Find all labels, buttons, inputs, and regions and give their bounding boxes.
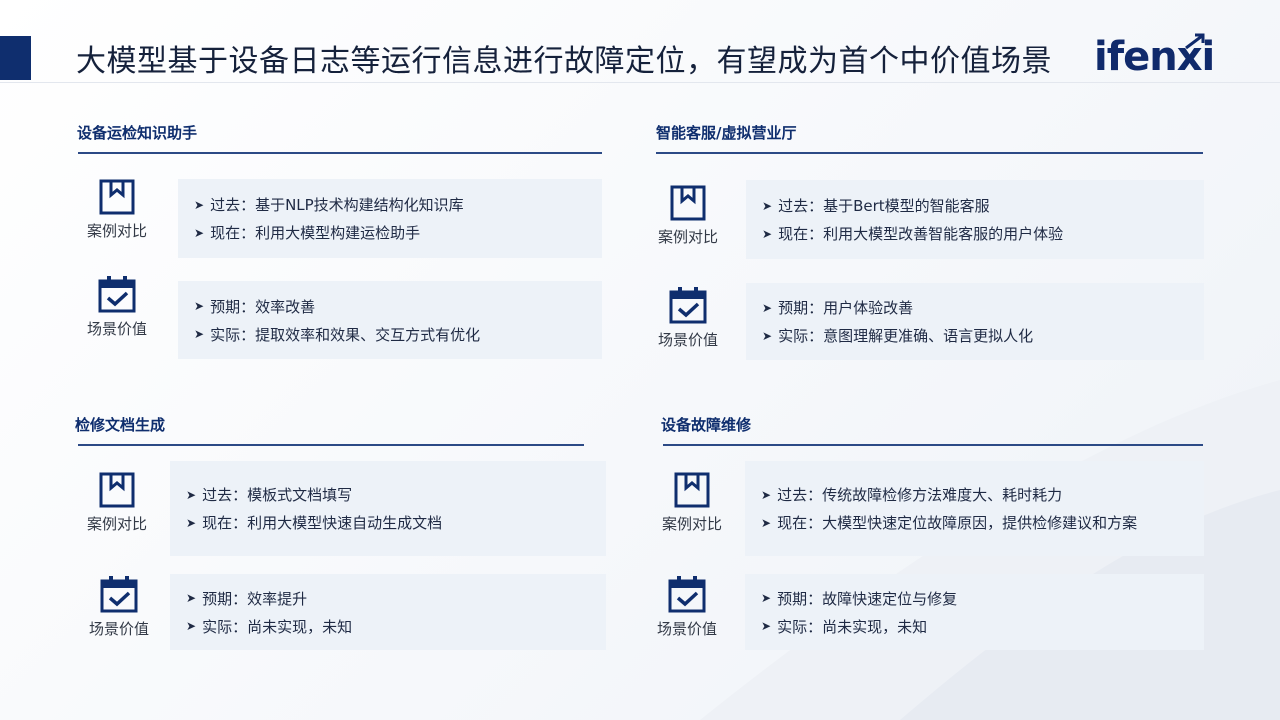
scene-value-box: ➤ 预期：效率提升 ➤ 实际：尚未实现，未知: [170, 574, 606, 650]
scene-value-label: 场景价值: [657, 331, 718, 349]
bullet-item: ➤ 预期：用户体验改善: [762, 297, 1204, 318]
bullet-item: ➤ 现在：大模型快速定位故障原因，提供检修建议和方案: [761, 512, 1204, 533]
arrow-bullet-icon: ➤: [194, 299, 205, 313]
section-title: 智能客服/虚拟营业厅: [656, 124, 797, 142]
bullet-text: 实际：提取效率和效果、交互方式有优化: [210, 325, 481, 344]
case-compare-box: ➤ 过去：传统故障检修方法难度大、耗时耗力 ➤ 现在：大模型快速定位故障原因，提供检…: [745, 461, 1204, 556]
arrow-bullet-icon: ➤: [761, 619, 772, 633]
bullet-text: 现在：利用大模型改善智能客服的用户体验: [778, 225, 1064, 243]
bullet-text: 预期：效率改善: [210, 297, 316, 316]
arrow-bullet-icon: ➤: [194, 197, 205, 212]
case-compare-box: ➤ 过去：基于NLP技术构建结构化知识库 ➤ 现在：利用大模型构建运检助手: [178, 179, 602, 258]
case-compare-block: 案例对比: [77, 471, 157, 534]
bullet-text: 现在：利用大模型快速自动生成文档: [202, 514, 443, 532]
case-compare-label: 案例对比: [86, 222, 147, 240]
arrow-bullet-icon: ➤: [761, 515, 772, 530]
bullet-text: 预期：效率提升: [202, 589, 308, 608]
arrow-bullet-icon: ➤: [186, 487, 197, 502]
scene-value-label: 场景价值: [88, 620, 149, 638]
bullet-text: 现在：利用大模型构建运检助手: [210, 224, 421, 242]
bullet-item: ➤ 过去：模板式文档填写: [186, 484, 606, 505]
bullet-item: ➤ 过去：基于Bert模型的智能客服: [762, 195, 1204, 216]
arrow-bullet-icon: ➤: [194, 327, 205, 341]
scene-value-block: 场景价值: [77, 274, 157, 339]
section-title: 设备故障维修: [661, 416, 752, 434]
bullet-text: 过去：传统故障检修方法难度大、耗时耗力: [777, 486, 1063, 504]
bullet-text: 预期：故障快速定位与修复: [777, 589, 958, 608]
bullet-text: 现在：大模型快速定位故障原因，提供检修建议和方案: [777, 514, 1138, 532]
scene-value-box: ➤ 预期：用户体验改善 ➤ 实际：意图理解更准确、语言更拟人化: [746, 283, 1204, 360]
arrow-bullet-icon: ➤: [194, 225, 205, 240]
bullet-item: ➤ 预期：效率提升: [186, 588, 606, 609]
calendar-check-icon: [668, 576, 706, 613]
bullet-text: 过去：基于Bert模型的智能客服: [778, 197, 990, 215]
bullet-item: ➤ 现在：利用大模型改善智能客服的用户体验: [762, 223, 1204, 244]
scene-value-block: 场景价值: [79, 574, 159, 639]
bullet-text: 实际：尚未实现，未知: [777, 617, 928, 636]
case-compare-label: 案例对比: [86, 515, 147, 533]
bookmark-icon: [99, 179, 135, 215]
scene-value-label: 场景价值: [86, 320, 147, 338]
calendar-check-icon: [669, 287, 707, 324]
bullet-text: 过去：模板式文档填写: [202, 486, 353, 504]
scene-value-block: 场景价值: [647, 574, 727, 639]
scene-value-label: 场景价值: [656, 620, 717, 638]
page-title: 大模型基于设备日志等运行信息进行故障定位，有望成为首个中价值场景: [76, 44, 1052, 79]
bullet-item: ➤ 现在：利用大模型构建运检助手: [194, 222, 602, 243]
bullet-item: ➤ 过去：基于NLP技术构建结构化知识库: [194, 194, 602, 215]
case-compare-label: 案例对比: [657, 228, 718, 246]
case-compare-box: ➤ 过去：基于Bert模型的智能客服 ➤ 现在：利用大模型改善智能客服的用户体验: [746, 180, 1204, 259]
section-rule: [656, 152, 1203, 154]
arrow-bullet-icon: ➤: [762, 198, 773, 213]
bullet-text: 实际：意图理解更准确、语言更拟人化: [778, 327, 1034, 345]
calendar-check-icon: [98, 276, 136, 313]
section-rule: [78, 152, 602, 154]
bookmark-icon: [670, 185, 706, 221]
bookmark-icon: [99, 472, 135, 508]
case-compare-block: 案例对比: [77, 178, 157, 241]
bullet-item: ➤ 现在：利用大模型快速自动生成文档: [186, 512, 606, 533]
bullet-text: 过去：基于NLP技术构建结构化知识库: [210, 196, 464, 214]
section-rule: [78, 444, 584, 446]
bullet-item: ➤ 预期：效率改善: [194, 296, 602, 317]
bookmark-icon: [674, 472, 710, 508]
section-title: 设备运检知识助手: [77, 124, 198, 142]
arrow-bullet-icon: ➤: [186, 515, 197, 530]
arrow-bullet-icon: ➤: [762, 328, 773, 343]
calendar-check-icon: [100, 576, 138, 613]
arrow-bullet-icon: ➤: [762, 226, 773, 241]
bullet-item: ➤ 实际：提取效率和效果、交互方式有优化: [194, 324, 602, 345]
bullet-item: ➤ 实际：尚未实现，未知: [186, 616, 606, 637]
arrow-bullet-icon: ➤: [762, 300, 773, 315]
bullet-item: ➤ 过去：传统故障检修方法难度大、耗时耗力: [761, 484, 1204, 505]
case-compare-block: 案例对比: [652, 471, 732, 534]
logo-arrow-icon: [1185, 33, 1205, 50]
arrow-bullet-icon: ➤: [761, 487, 772, 502]
bullet-text: 预期：用户体验改善: [778, 299, 914, 317]
section-title: 检修文档生成: [75, 416, 166, 434]
section-rule: [663, 444, 1203, 446]
scene-value-box: ➤ 预期：效率改善 ➤ 实际：提取效率和效果、交互方式有优化: [178, 281, 602, 359]
bullet-item: ➤ 预期：故障快速定位与修复: [761, 588, 1204, 609]
bullet-item: ➤ 实际：意图理解更准确、语言更拟人化: [762, 325, 1204, 346]
case-compare-block: 案例对比: [648, 184, 728, 247]
header-divider: [0, 82, 1280, 83]
scene-value-box: ➤ 预期：故障快速定位与修复 ➤ 实际：尚未实现，未知: [745, 574, 1204, 650]
title-accent-bar: [0, 36, 31, 80]
case-compare-label: 案例对比: [661, 515, 722, 533]
arrow-bullet-icon: ➤: [186, 591, 197, 605]
scene-value-block: 场景价值: [648, 285, 728, 350]
bullet-item: ➤ 实际：尚未实现，未知: [761, 616, 1204, 637]
arrow-bullet-icon: ➤: [186, 619, 197, 633]
case-compare-box: ➤ 过去：模板式文档填写 ➤ 现在：利用大模型快速自动生成文档: [170, 461, 606, 556]
arrow-bullet-icon: ➤: [761, 591, 772, 605]
bullet-text: 实际：尚未实现，未知: [202, 617, 353, 636]
